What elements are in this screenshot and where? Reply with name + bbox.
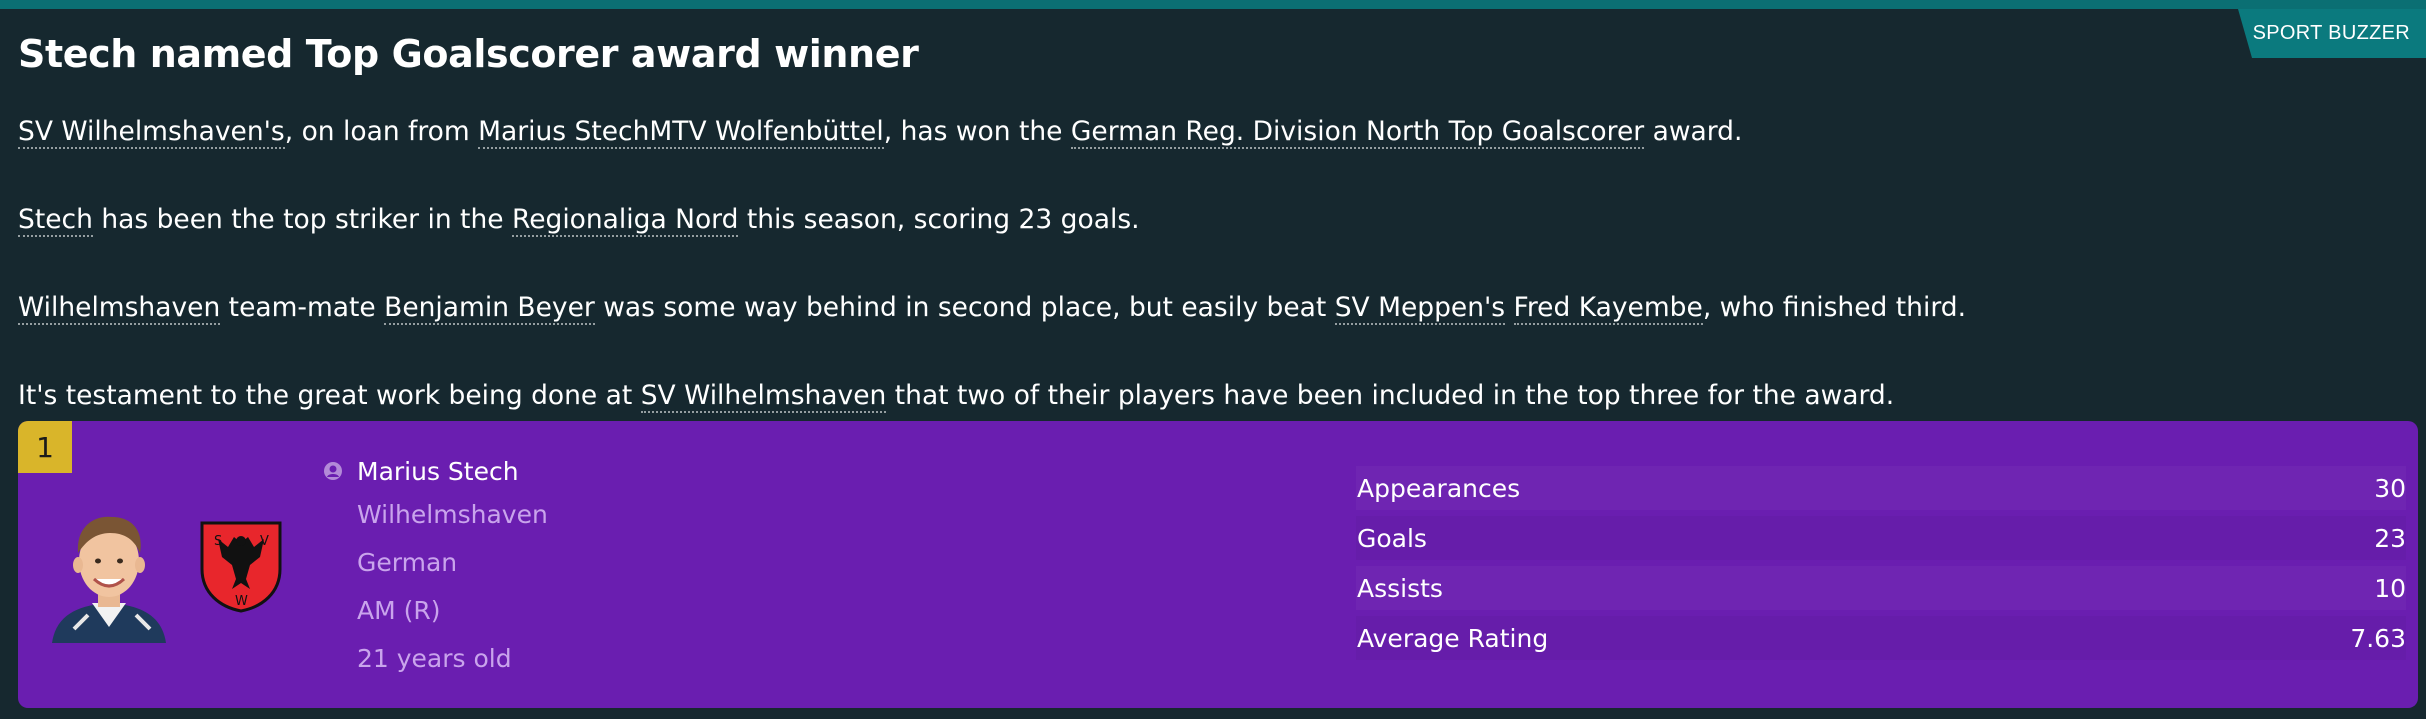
stat-label: Goals bbox=[1357, 523, 1427, 553]
link-club[interactable]: SV Wilhelmshaven's bbox=[18, 116, 285, 149]
paragraph-1: SV Wilhelmshaven's, on loan from Marius … bbox=[18, 112, 2398, 152]
text: that two of their players have been incl… bbox=[886, 380, 1895, 411]
player-club[interactable]: Wilhelmshaven bbox=[323, 491, 548, 539]
player-name-row[interactable]: Marius Stech bbox=[323, 451, 548, 491]
link-award[interactable]: German Reg. Division North Top Goalscore… bbox=[1070, 116, 1645, 149]
link-club[interactable]: SV Wilhelmshaven bbox=[640, 380, 887, 413]
link-club[interactable]: SV Meppen's bbox=[1334, 292, 1506, 325]
player-nationality: German bbox=[357, 548, 458, 577]
stats-table: Appearances 30 Goals 23 Assists 10 Avera… bbox=[1356, 466, 2406, 666]
crest-letter-s: S bbox=[214, 534, 222, 549]
link-league[interactable]: Regionaliga Nord bbox=[511, 204, 739, 237]
stat-value: 7.63 bbox=[2350, 623, 2406, 653]
stat-label: Appearances bbox=[1357, 473, 1521, 503]
text: It's testament to the great work being d… bbox=[18, 380, 641, 411]
paragraph-4: It's testament to the great work being d… bbox=[18, 376, 2398, 416]
text: , has won the bbox=[883, 116, 1071, 147]
headline: Stech named Top Goalscorer award winner bbox=[18, 32, 919, 76]
stat-value: 10 bbox=[2374, 573, 2406, 603]
crest-letter-v: V bbox=[260, 534, 269, 549]
stat-row: Goals 23 bbox=[1356, 516, 2406, 560]
person-icon bbox=[324, 462, 342, 480]
link-loan-club[interactable]: MTV Wolfenbüttel bbox=[649, 116, 884, 149]
rank-badge: 1 bbox=[18, 421, 72, 473]
text: has been the top striker in the bbox=[92, 204, 512, 235]
link-player[interactable]: Stech bbox=[18, 204, 93, 237]
award-winner-card: 1 S V W Marius Stech Wilhelmshaven Germa… bbox=[18, 421, 2418, 708]
text: was some way behind in second place, but… bbox=[594, 292, 1335, 323]
link-player[interactable]: Fred Kayembe bbox=[1513, 292, 1703, 325]
article-body: SV Wilhelmshaven's, on loan from Marius … bbox=[18, 112, 2398, 464]
crest-letter-w: W bbox=[235, 594, 248, 609]
text: , on loan from bbox=[284, 116, 479, 147]
paragraph-3: Wilhelmshaven team-mate Benjamin Beyer w… bbox=[18, 288, 2398, 328]
player-position: AM (R) bbox=[357, 596, 441, 625]
stat-row: Average Rating 7.63 bbox=[1356, 616, 2406, 660]
link-club[interactable]: Wilhelmshaven bbox=[18, 292, 221, 325]
text: team-mate bbox=[220, 292, 385, 323]
player-name[interactable]: Marius Stech bbox=[357, 457, 519, 486]
player-photo[interactable] bbox=[44, 503, 174, 643]
player-age: 21 years old bbox=[357, 644, 512, 673]
stat-value: 23 bbox=[2374, 523, 2406, 553]
stat-label: Average Rating bbox=[1357, 623, 1549, 653]
stat-row: Assists 10 bbox=[1356, 566, 2406, 610]
club-crest-icon[interactable]: S V W bbox=[198, 517, 284, 613]
text: this season, scoring 23 goals. bbox=[738, 204, 1140, 235]
link-player[interactable]: Benjamin Beyer bbox=[384, 292, 595, 325]
stat-label: Assists bbox=[1357, 573, 1443, 603]
stat-row: Appearances 30 bbox=[1356, 466, 2406, 510]
text bbox=[1505, 292, 1513, 323]
source-label: SPORT BUZZER bbox=[2252, 22, 2410, 44]
text: , who finished third. bbox=[1702, 292, 1966, 323]
text: award. bbox=[1644, 116, 1743, 147]
source-tag: SPORT BUZZER bbox=[2238, 9, 2426, 58]
link-player[interactable]: Marius Stech bbox=[478, 116, 650, 149]
top-accent-bar bbox=[0, 0, 2426, 9]
stat-value: 30 bbox=[2374, 473, 2406, 503]
player-info: Marius Stech Wilhelmshaven German AM (R)… bbox=[323, 451, 548, 683]
news-item-page: SPORT BUZZER Stech named Top Goalscorer … bbox=[0, 0, 2426, 719]
paragraph-2: Stech has been the top striker in the Re… bbox=[18, 200, 2398, 240]
